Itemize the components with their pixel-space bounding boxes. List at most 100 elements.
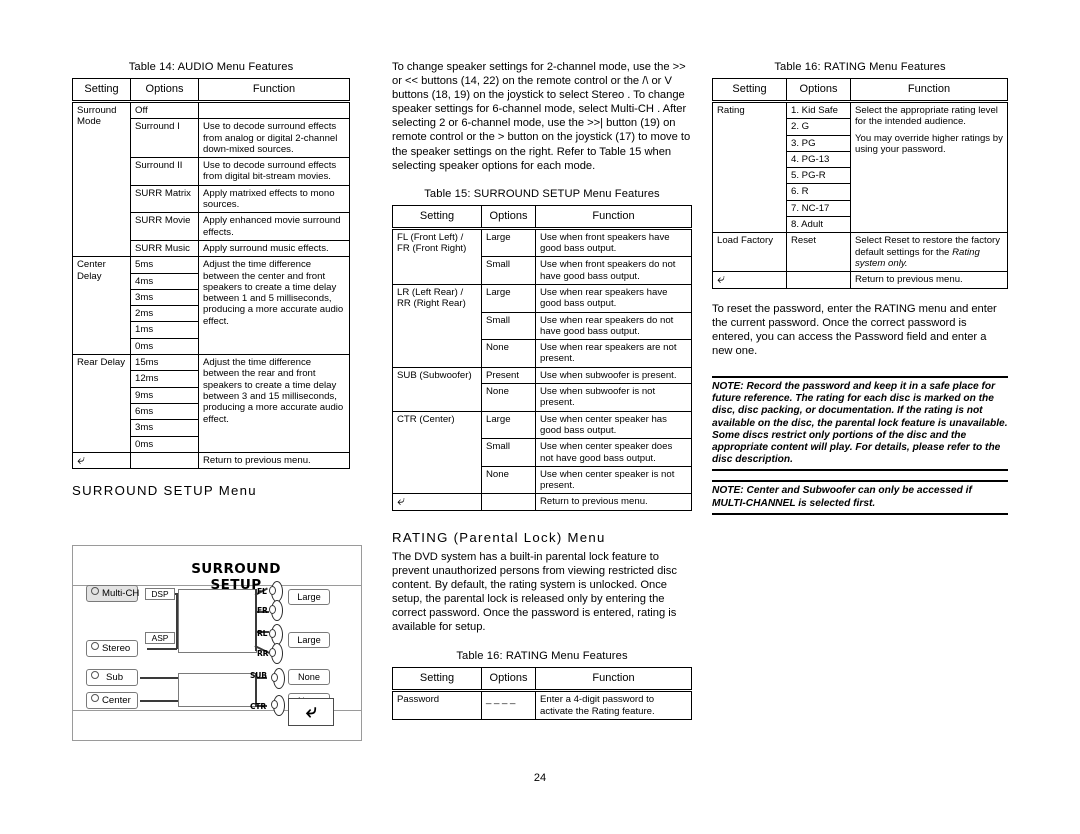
cell-options: 5. PG-R — [786, 167, 851, 185]
cell-options: Surround I — [130, 118, 199, 159]
cell-options: SURR Music — [130, 239, 199, 258]
cell-options — [786, 271, 851, 289]
cell-options: 5ms — [130, 256, 199, 274]
table15-surround-setup-menu-features: Setting Options Function FL (Front Left)… — [392, 204, 692, 511]
cell-options: 1ms — [130, 321, 199, 339]
table-row: Password _ _ _ _ Enter a 4-digit passwor… — [392, 690, 692, 720]
cell-options: 6. R — [786, 183, 851, 201]
cell-options: SURR Movie — [130, 212, 199, 241]
cell-setting: CTR (Center) — [392, 410, 482, 495]
cell-options — [481, 493, 536, 511]
cell-function: Return to previous menu. — [198, 451, 350, 470]
cell-options: 2ms — [130, 305, 199, 323]
cell-function: Adjust the time difference between the r… — [198, 354, 350, 453]
table-row: LR (Left Rear) / RR (Right Rear) Large U… — [392, 283, 692, 368]
cell-options: 0ms — [130, 337, 199, 356]
speaker-settings-intro-paragraph: To change speaker settings for 2-channel… — [392, 61, 691, 172]
password-reset-paragraph: To reset the password, enter the RATING … — [712, 302, 997, 357]
cell-function: Use when front speakers have good bass o… — [535, 227, 692, 258]
cell-options: Large — [481, 283, 536, 313]
table14-caption: Table 14: AUDIO Menu Features — [128, 61, 294, 73]
rating-intro-paragraph: The DVD system has a built-in parental l… — [392, 550, 677, 634]
col-header-options: Options — [481, 667, 536, 693]
osd-option-multi-ch-label: Multi-CH — [102, 588, 140, 599]
osd-value-front[interactable]: Large — [288, 589, 330, 605]
col-header-options: Options — [130, 78, 199, 103]
cell-options: 7. NC-17 — [786, 199, 851, 218]
osd-dsp-box[interactable]: DSP — [145, 588, 175, 600]
wire-sub — [140, 677, 180, 679]
cell-options: 4ms — [130, 272, 199, 290]
manual-page: Table 14: AUDIO Menu Features Setting Op… — [0, 0, 1080, 834]
table-row: Surround Mode Off — [72, 100, 350, 258]
osd-option-center[interactable]: Center — [86, 692, 138, 709]
cell-setting: LR (Left Rear) / RR (Right Rear) — [392, 283, 482, 368]
cell-options — [130, 451, 199, 470]
cell-function: Use when subwoofer is not present. — [535, 383, 692, 412]
osd-hub-box-sub — [178, 673, 257, 707]
cell-setting: Rating — [712, 100, 787, 234]
table-row: FL (Front Left) / FR (Front Right) Large… — [392, 227, 692, 285]
cell-function: Return to previous menu. — [535, 493, 692, 511]
return-icon: ⤷ — [77, 451, 85, 468]
wire-right-bus — [255, 589, 257, 651]
osd-dsp-label: DSP — [151, 589, 169, 599]
cell-options: 6ms — [130, 402, 199, 421]
col-header-options: Options — [786, 78, 851, 103]
osd-value-rear[interactable]: Large — [288, 632, 330, 648]
col-header-setting: Setting — [712, 78, 787, 103]
cell-options: Off — [130, 100, 199, 120]
cell-setting: Rear Delay — [72, 354, 131, 453]
osd-option-multi-ch[interactable]: Multi-CH — [86, 585, 140, 602]
table-row-return: ⤷ Return to previous menu. — [392, 493, 692, 511]
cell-function: Use when rear speakers have good bass ou… — [535, 283, 692, 313]
table-row: Rear Delay 15ms Adjust the time differen… — [72, 354, 350, 453]
cell-function: Use when subwoofer is present. — [535, 366, 692, 385]
speaker-label-rl: RL — [257, 629, 268, 638]
return-cell: ⤷ — [392, 493, 482, 511]
cell-function: Use when center speaker does not have go… — [535, 438, 692, 467]
cell-options: Small — [481, 438, 536, 467]
col-header-function: Function — [535, 204, 692, 230]
speaker-label-fr: FR — [257, 606, 268, 615]
return-icon: ⤷ — [717, 271, 725, 288]
cell-options: 2. G — [786, 118, 851, 136]
left-column: Table 14: AUDIO Menu Features Setting Op… — [72, 60, 350, 508]
osd-option-stereo[interactable]: Stereo — [86, 640, 138, 657]
cell-options: 8. Adult — [786, 216, 851, 234]
rating-parental-lock-heading: RATING (Parental Lock) Menu — [392, 529, 606, 545]
wire-asp-to-hub — [147, 648, 177, 650]
note-record-password: NOTE: Record the password and keep it in… — [712, 375, 1008, 472]
speaker-icon-rr — [269, 643, 283, 664]
osd-value-rear-label: Large — [297, 635, 321, 645]
osd-asp-label: ASP — [151, 633, 169, 643]
col-header-function: Function — [198, 78, 350, 103]
osd-value-sub[interactable]: None — [288, 669, 330, 685]
table-header-row: Setting Options Function — [392, 667, 692, 693]
radio-icon — [91, 671, 99, 679]
cell-function: Enter a 4-digit password to activate the… — [535, 690, 692, 720]
cell-setting: SUB (Subwoofer) — [392, 366, 482, 412]
col-header-setting: Setting — [392, 667, 482, 693]
cell-function: Adjust the time difference between the c… — [198, 256, 350, 356]
osd-option-sub-label: Sub — [106, 672, 124, 683]
cell-options: Surround II — [130, 157, 199, 186]
cell-options: Large — [481, 410, 536, 440]
osd-hub-box-main — [178, 589, 257, 653]
osd-return-button[interactable]: ⤷ — [288, 698, 334, 726]
cell-function: Use when center speaker has good bass ou… — [535, 410, 692, 440]
speaker-label-fl: FL — [257, 587, 267, 596]
cell-function: Apply matrixed effects to mono sources. — [198, 184, 350, 214]
cell-function: Use when front speakers do not have good… — [535, 256, 692, 285]
cell-function: Return to previous menu. — [850, 271, 1008, 289]
return-icon: ⤷ — [305, 700, 317, 722]
rating-function-line2: You may override higher ratings by using… — [855, 132, 1003, 155]
cell-options: SURR Matrix — [130, 184, 199, 214]
cell-options: 9ms — [130, 386, 199, 404]
cell-options: Small — [481, 256, 536, 285]
cell-setting: Surround Mode — [72, 100, 131, 258]
osd-option-sub[interactable]: Sub — [86, 669, 138, 686]
speaker-icon-ctr — [271, 695, 285, 716]
osd-asp-box[interactable]: ASP — [145, 632, 175, 644]
cell-options: Present — [481, 366, 536, 385]
